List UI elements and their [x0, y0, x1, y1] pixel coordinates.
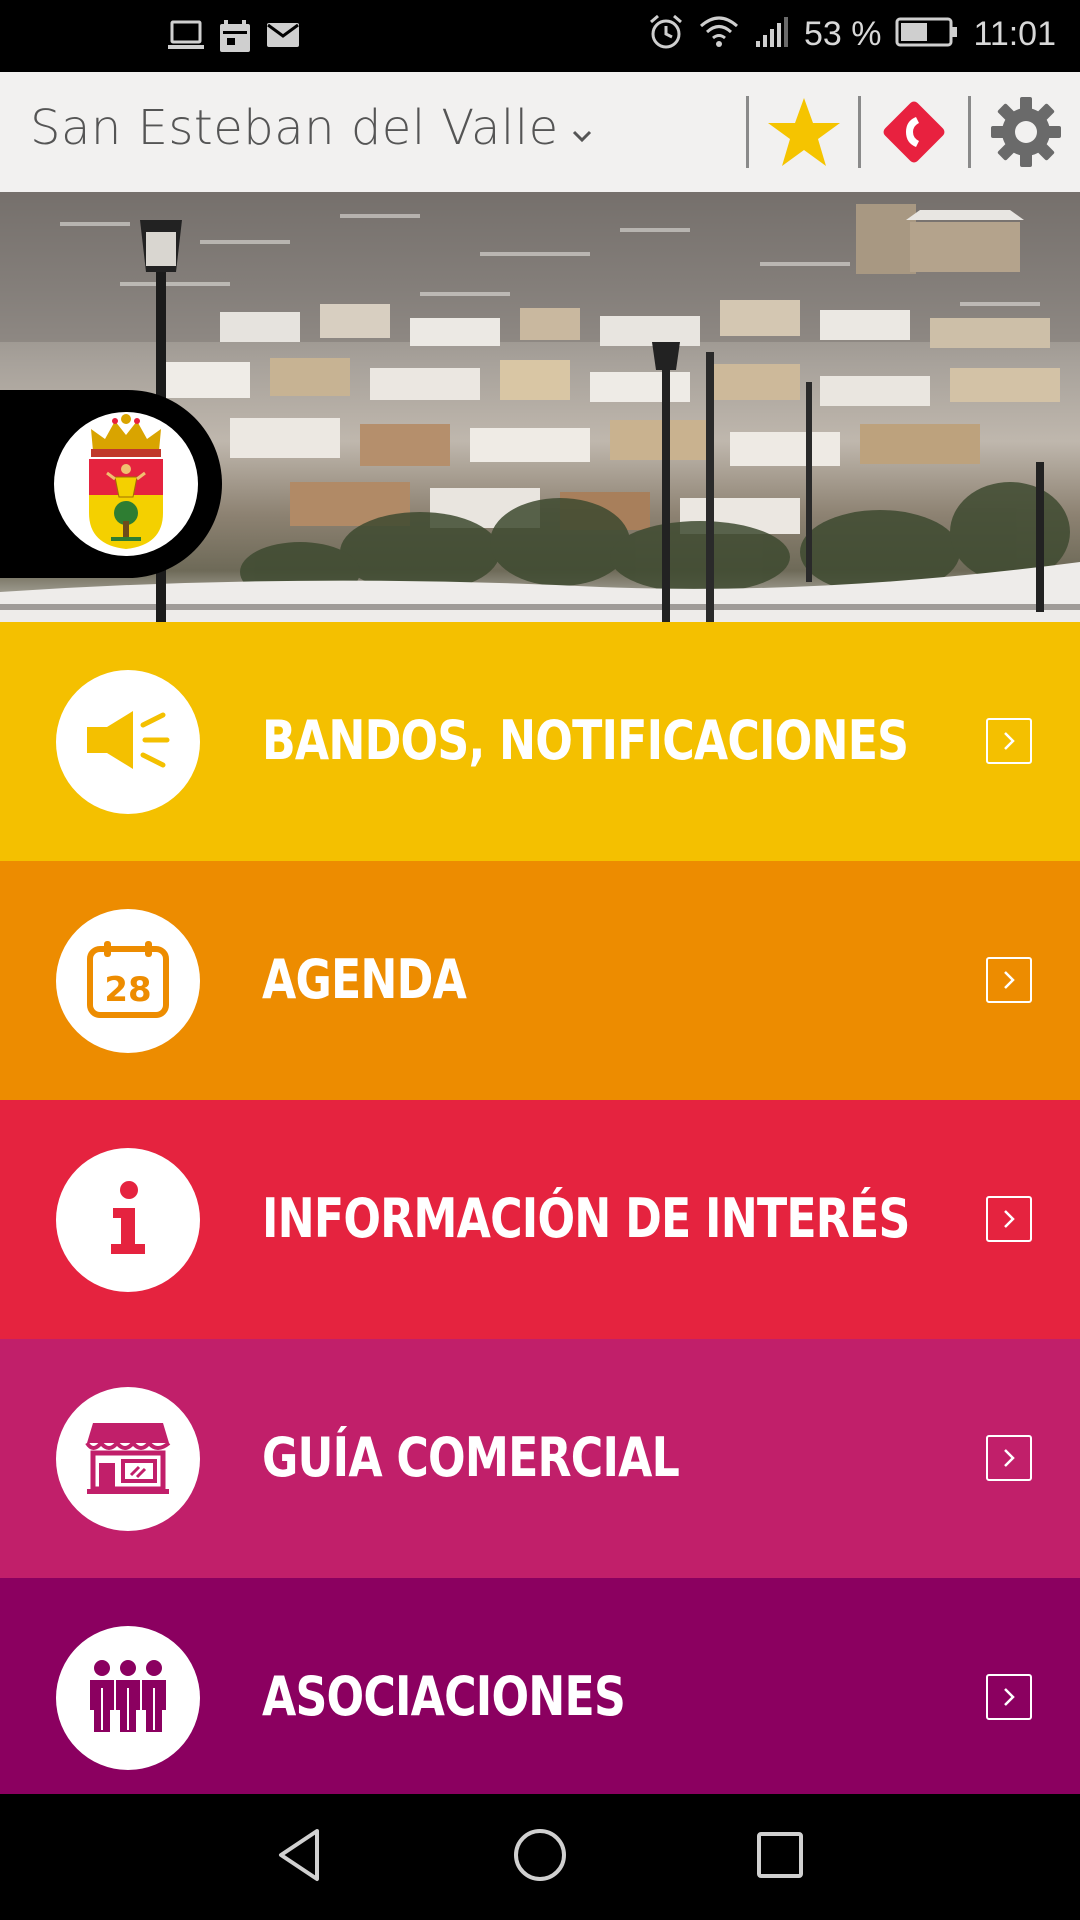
- menu-label: INFORMACIÓN DE INTERÉS: [262, 1187, 910, 1250]
- menu-item-bandos[interactable]: BANDOS, NOTIFICACIONES: [0, 622, 1080, 861]
- menu-item-informacion[interactable]: INFORMACIÓN DE INTERÉS: [0, 1100, 1080, 1339]
- municipal-crest: [54, 412, 198, 556]
- people-icon: [86, 1658, 170, 1739]
- back-button[interactable]: [260, 1822, 340, 1892]
- menu-icon-circle: 28: [56, 909, 200, 1053]
- municipality-selector[interactable]: San Esteban del Valle: [30, 100, 593, 156]
- header-divider: [746, 96, 749, 168]
- chevron-right-icon: [986, 1196, 1032, 1242]
- signal-icon: [754, 15, 790, 54]
- recents-button[interactable]: [740, 1822, 820, 1892]
- app-title: San Esteban del Valle: [30, 100, 559, 156]
- laptop-icon: [168, 18, 204, 59]
- battery-percent: 53 %: [803, 15, 882, 53]
- shop-icon: [85, 1419, 171, 1500]
- coat-of-arms-icon: [85, 413, 167, 556]
- mail-icon: [266, 18, 300, 59]
- app-header: San Esteban del Valle: [0, 72, 1080, 192]
- chevron-right-icon: [986, 1674, 1032, 1720]
- menu-icon-circle: [56, 670, 200, 814]
- menu-label: BANDOS, NOTIFICACIONES: [262, 709, 909, 772]
- menu-item-guia-comercial[interactable]: GUÍA COMERCIAL: [0, 1339, 1080, 1578]
- status-left-icons: [168, 18, 300, 59]
- settings-button[interactable]: [986, 94, 1066, 174]
- menu-icon-circle: [56, 1387, 200, 1531]
- menu-label: ASOCIACIONES: [262, 1665, 626, 1728]
- calendar-day-number: 28: [104, 970, 151, 1010]
- calendar-icon: [218, 18, 252, 59]
- status-bar: 53 % 11:01: [0, 0, 1080, 72]
- chevron-down-icon: [571, 128, 593, 149]
- alarm-icon: [648, 14, 684, 55]
- chevron-right-icon: [986, 718, 1032, 764]
- menu-item-agenda[interactable]: 28 AGENDA: [0, 861, 1080, 1100]
- megaphone-icon: [83, 705, 173, 780]
- gear-icon: [989, 95, 1063, 174]
- info-icon: [103, 1180, 153, 1261]
- phone-button[interactable]: [874, 94, 954, 174]
- wifi-icon: [698, 14, 740, 55]
- menu-label: AGENDA: [262, 948, 467, 1011]
- menu-icon-circle: [56, 1626, 200, 1770]
- chevron-right-icon: [986, 957, 1032, 1003]
- status-right: 53 % 11:01: [648, 14, 1056, 55]
- clock: 11:01: [973, 15, 1056, 53]
- calendar-28-icon: 28: [86, 939, 170, 1024]
- back-icon: [275, 1827, 325, 1888]
- system-nav-bar: [0, 1794, 1080, 1920]
- menu-label: GUÍA COMERCIAL: [262, 1426, 680, 1489]
- star-icon: [766, 96, 842, 173]
- menu-item-asociaciones[interactable]: ASOCIACIONES: [0, 1578, 1080, 1817]
- header-divider: [968, 96, 971, 168]
- phone-icon: [877, 95, 951, 174]
- home-icon: [512, 1827, 568, 1888]
- home-button[interactable]: [500, 1822, 580, 1892]
- header-divider: [858, 96, 861, 168]
- battery-icon: [895, 16, 959, 53]
- chevron-right-icon: [986, 1435, 1032, 1481]
- recents-icon: [755, 1830, 805, 1885]
- menu-icon-circle: [56, 1148, 200, 1292]
- favorites-button[interactable]: [764, 94, 844, 174]
